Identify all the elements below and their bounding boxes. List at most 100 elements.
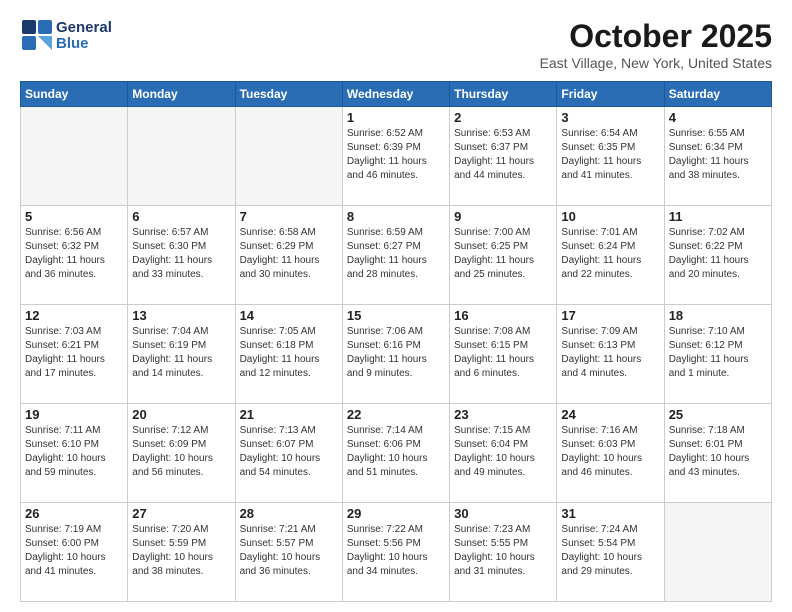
calendar-header-row: SundayMondayTuesdayWednesdayThursdayFrid… <box>21 82 772 107</box>
day-number: 6 <box>132 209 230 224</box>
day-number: 21 <box>240 407 338 422</box>
day-number: 19 <box>25 407 123 422</box>
calendar-cell: 4Sunrise: 6:55 AM Sunset: 6:34 PM Daylig… <box>664 107 771 206</box>
day-header-wednesday: Wednesday <box>342 82 449 107</box>
cell-content: Sunrise: 7:08 AM Sunset: 6:15 PM Dayligh… <box>454 325 552 381</box>
cell-content: Sunrise: 7:09 AM Sunset: 6:13 PM Dayligh… <box>561 325 659 381</box>
day-number: 24 <box>561 407 659 422</box>
day-header-friday: Friday <box>557 82 664 107</box>
day-number: 8 <box>347 209 445 224</box>
logo: General Blue <box>20 18 112 54</box>
calendar-cell: 14 Sunrise: 7:05 AM Sunset: 6:18 PM Dayli… <box>235 305 342 404</box>
header: General Blue October 2025 East Village, … <box>20 18 772 71</box>
calendar-cell: 27Sunrise: 7:20 AM Sunset: 5:59 PM Dayli… <box>128 503 235 602</box>
day-number: 7 <box>240 209 338 224</box>
cell-content: Sunrise: 6:52 AM Sunset: 6:39 PM Dayligh… <box>347 127 445 183</box>
day-number: 28 <box>240 506 338 521</box>
day-number: 15 <box>347 308 445 323</box>
calendar-cell: 28 Sunrise: 7:21 AM Sunset: 5:57 PM Dayli… <box>235 503 342 602</box>
day-number: 1 <box>347 110 445 125</box>
calendar-cell: 23 Sunrise: 7:15 AM Sunset: 6:04 PM Dayli… <box>450 404 557 503</box>
cell-content: Sunrise: 6:57 AM Sunset: 6:30 PM Dayligh… <box>132 226 230 282</box>
day-header-tuesday: Tuesday <box>235 82 342 107</box>
header-right: October 2025 East Village, New York, Uni… <box>540 18 772 71</box>
cell-content: Sunrise: 7:19 AM Sunset: 6:00 PM Dayligh… <box>25 523 123 579</box>
day-number: 13 <box>132 308 230 323</box>
cell-content: Sunrise: 6:54 AM Sunset: 6:35 PM Dayligh… <box>561 127 659 183</box>
calendar-cell: 10Sunrise: 7:01 AM Sunset: 6:24 PM Dayli… <box>557 206 664 305</box>
cell-content: Sunrise: 7:12 AM Sunset: 6:09 PM Dayligh… <box>132 424 230 480</box>
calendar-week-5: 26 Sunrise: 7:19 AM Sunset: 6:00 PM Dayli… <box>21 503 772 602</box>
calendar-cell: 11Sunrise: 7:02 AM Sunset: 6:22 PM Dayli… <box>664 206 771 305</box>
logo-text-blue: Blue <box>56 36 112 53</box>
day-number: 9 <box>454 209 552 224</box>
day-number: 16 <box>454 308 552 323</box>
logo-text-general: General <box>56 20 112 37</box>
calendar-cell: 17 Sunrise: 7:09 AM Sunset: 6:13 PM Dayli… <box>557 305 664 404</box>
calendar-cell: 8 Sunrise: 6:59 AM Sunset: 6:27 PM Daylig… <box>342 206 449 305</box>
calendar-week-1: 1 Sunrise: 6:52 AM Sunset: 6:39 PM Daylig… <box>21 107 772 206</box>
calendar-week-3: 12 Sunrise: 7:03 AM Sunset: 6:21 PM Dayli… <box>21 305 772 404</box>
cell-content: Sunrise: 6:56 AM Sunset: 6:32 PM Dayligh… <box>25 226 123 282</box>
cell-content: Sunrise: 7:21 AM Sunset: 5:57 PM Dayligh… <box>240 523 338 579</box>
calendar-cell: 21 Sunrise: 7:13 AM Sunset: 6:07 PM Dayli… <box>235 404 342 503</box>
location: East Village, New York, United States <box>540 55 772 71</box>
calendar-week-2: 5Sunrise: 6:56 AM Sunset: 6:32 PM Daylig… <box>21 206 772 305</box>
logo-icon <box>20 18 56 54</box>
calendar-cell <box>21 107 128 206</box>
cell-content: Sunrise: 7:04 AM Sunset: 6:19 PM Dayligh… <box>132 325 230 381</box>
day-number: 14 <box>240 308 338 323</box>
cell-content: Sunrise: 7:05 AM Sunset: 6:18 PM Dayligh… <box>240 325 338 381</box>
calendar-cell <box>664 503 771 602</box>
day-number: 26 <box>25 506 123 521</box>
calendar-week-4: 19Sunrise: 7:11 AM Sunset: 6:10 PM Dayli… <box>21 404 772 503</box>
cell-content: Sunrise: 7:13 AM Sunset: 6:07 PM Dayligh… <box>240 424 338 480</box>
cell-content: Sunrise: 6:53 AM Sunset: 6:37 PM Dayligh… <box>454 127 552 183</box>
day-number: 18 <box>669 308 767 323</box>
cell-content: Sunrise: 7:16 AM Sunset: 6:03 PM Dayligh… <box>561 424 659 480</box>
day-number: 20 <box>132 407 230 422</box>
calendar-cell: 3 Sunrise: 6:54 AM Sunset: 6:35 PM Daylig… <box>557 107 664 206</box>
page: General Blue October 2025 East Village, … <box>0 0 792 612</box>
calendar-cell: 12 Sunrise: 7:03 AM Sunset: 6:21 PM Dayli… <box>21 305 128 404</box>
cell-content: Sunrise: 7:22 AM Sunset: 5:56 PM Dayligh… <box>347 523 445 579</box>
cell-content: Sunrise: 7:00 AM Sunset: 6:25 PM Dayligh… <box>454 226 552 282</box>
day-number: 12 <box>25 308 123 323</box>
cell-content: Sunrise: 6:59 AM Sunset: 6:27 PM Dayligh… <box>347 226 445 282</box>
calendar-cell: 16 Sunrise: 7:08 AM Sunset: 6:15 PM Dayli… <box>450 305 557 404</box>
calendar-cell: 20 Sunrise: 7:12 AM Sunset: 6:09 PM Dayli… <box>128 404 235 503</box>
calendar-cell: 26 Sunrise: 7:19 AM Sunset: 6:00 PM Dayli… <box>21 503 128 602</box>
cell-content: Sunrise: 7:06 AM Sunset: 6:16 PM Dayligh… <box>347 325 445 381</box>
day-number: 17 <box>561 308 659 323</box>
cell-content: Sunrise: 6:55 AM Sunset: 6:34 PM Dayligh… <box>669 127 767 183</box>
calendar-cell <box>235 107 342 206</box>
month-title: October 2025 <box>540 18 772 55</box>
day-number: 3 <box>561 110 659 125</box>
cell-content: Sunrise: 7:14 AM Sunset: 6:06 PM Dayligh… <box>347 424 445 480</box>
cell-content: Sunrise: 7:02 AM Sunset: 6:22 PM Dayligh… <box>669 226 767 282</box>
calendar-cell: 19Sunrise: 7:11 AM Sunset: 6:10 PM Dayli… <box>21 404 128 503</box>
cell-content: Sunrise: 7:20 AM Sunset: 5:59 PM Dayligh… <box>132 523 230 579</box>
calendar-cell: 15 Sunrise: 7:06 AM Sunset: 6:16 PM Dayli… <box>342 305 449 404</box>
calendar-cell: 6 Sunrise: 6:57 AM Sunset: 6:30 PM Daylig… <box>128 206 235 305</box>
day-header-thursday: Thursday <box>450 82 557 107</box>
day-number: 31 <box>561 506 659 521</box>
calendar-cell: 31Sunrise: 7:24 AM Sunset: 5:54 PM Dayli… <box>557 503 664 602</box>
day-number: 23 <box>454 407 552 422</box>
day-header-monday: Monday <box>128 82 235 107</box>
day-header-sunday: Sunday <box>21 82 128 107</box>
day-number: 22 <box>347 407 445 422</box>
calendar-cell: 29Sunrise: 7:22 AM Sunset: 5:56 PM Dayli… <box>342 503 449 602</box>
calendar-cell <box>128 107 235 206</box>
cell-content: Sunrise: 7:03 AM Sunset: 6:21 PM Dayligh… <box>25 325 123 381</box>
calendar-cell: 1 Sunrise: 6:52 AM Sunset: 6:39 PM Daylig… <box>342 107 449 206</box>
cell-content: Sunrise: 7:01 AM Sunset: 6:24 PM Dayligh… <box>561 226 659 282</box>
cell-content: Sunrise: 7:10 AM Sunset: 6:12 PM Dayligh… <box>669 325 767 381</box>
calendar-cell: 7Sunrise: 6:58 AM Sunset: 6:29 PM Daylig… <box>235 206 342 305</box>
calendar-cell: 2Sunrise: 6:53 AM Sunset: 6:37 PM Daylig… <box>450 107 557 206</box>
cell-content: Sunrise: 7:23 AM Sunset: 5:55 PM Dayligh… <box>454 523 552 579</box>
day-number: 30 <box>454 506 552 521</box>
calendar: SundayMondayTuesdayWednesdayThursdayFrid… <box>20 81 772 602</box>
cell-content: Sunrise: 7:15 AM Sunset: 6:04 PM Dayligh… <box>454 424 552 480</box>
calendar-cell: 30 Sunrise: 7:23 AM Sunset: 5:55 PM Dayli… <box>450 503 557 602</box>
